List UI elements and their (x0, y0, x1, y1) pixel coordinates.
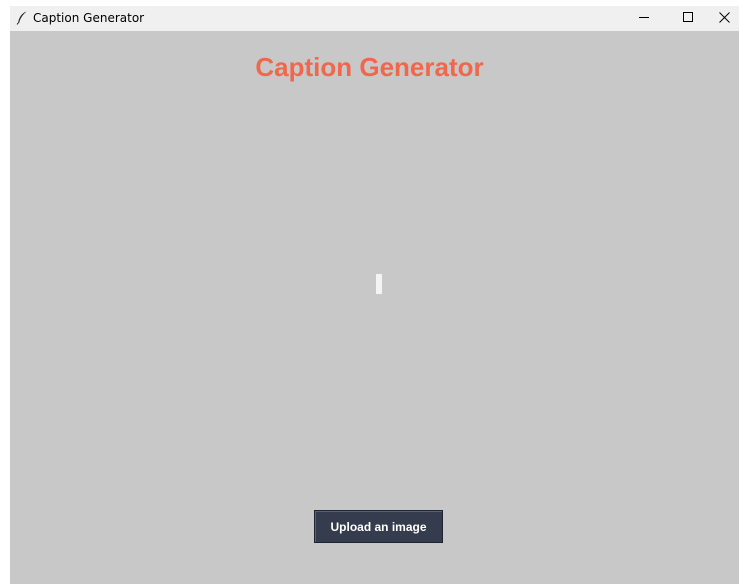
upload-image-button[interactable]: Upload an image (314, 510, 443, 543)
minimize-button[interactable] (622, 6, 666, 31)
client-area: Caption Generator Upload an image (10, 31, 739, 584)
title-bar[interactable]: Caption Generator (10, 6, 739, 31)
maximize-button[interactable] (666, 6, 710, 31)
maximize-icon (682, 10, 694, 28)
feather-icon (16, 11, 28, 25)
app-window: Caption Generator Caption Generator Uplo… (10, 6, 739, 584)
image-preview (376, 274, 382, 294)
close-icon (719, 10, 730, 28)
minimize-icon (638, 10, 650, 28)
window-title: Caption Generator (33, 11, 145, 25)
page-title: Caption Generator (255, 52, 484, 82)
close-button[interactable] (710, 6, 739, 31)
